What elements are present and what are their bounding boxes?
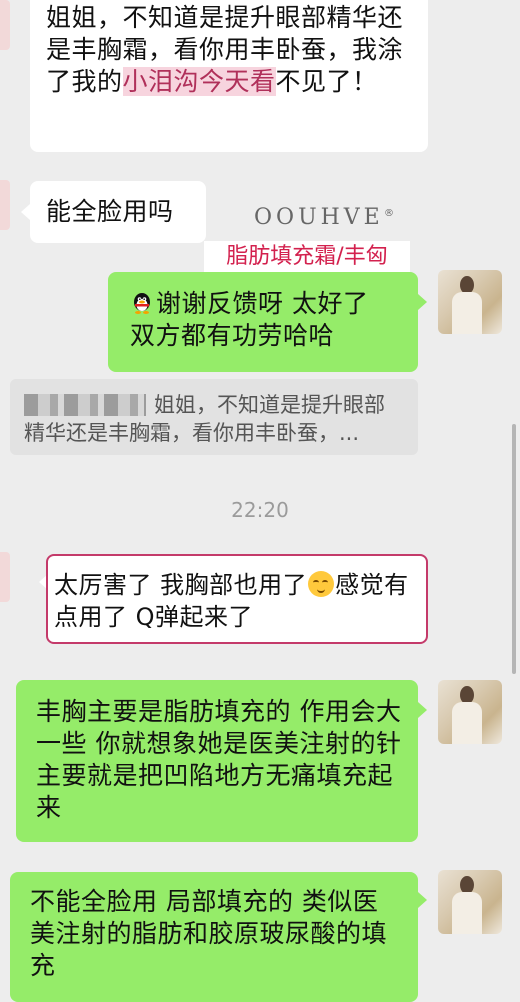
message-bubble[interactable]: 能全脸用吗: [30, 181, 206, 243]
scrollbar[interactable]: [512, 424, 516, 674]
avatar[interactable]: [438, 270, 502, 334]
message-text: 不见了！: [275, 67, 378, 96]
message-text: 不能全脸用 局部填充的 类似医美注射的脂肪和胶原玻尿酸的填充: [30, 887, 388, 980]
quoted-message[interactable]: 姐姐，不知道是提升眼部精华还是丰胸霜，看你用丰卧蚕，...: [10, 379, 418, 455]
message-bubble[interactable]: 姐姐，不知道是提升眼部精华还是丰胸霜，看你用丰卧蚕，我涂了我的小泪沟今天看不见了…: [30, 0, 428, 152]
message-highlight: 小泪沟今天看: [122, 67, 276, 96]
message-bubble[interactable]: 太厉害了 我胸部也用了 感觉有点用了 Q弹起来了: [46, 554, 428, 644]
bubble-tail: [418, 294, 427, 310]
message-text: 能全脸用吗: [46, 197, 174, 226]
brand-registered-mark: ®: [384, 208, 394, 219]
brand-tag: 脂肪填充霜/丰匈: [204, 241, 410, 273]
message-bubble[interactable]: 丰胸主要是脂肪填充的 作用会大一些 你就想象她是医美注射的针 主要就是把凹陷地方…: [16, 680, 418, 842]
message-bubble[interactable]: 不能全脸用 局部填充的 类似医美注射的脂肪和胶原玻尿酸的填充: [10, 872, 418, 1002]
message-text: 谢谢反馈呀 太好了 双方都有功劳哈哈: [130, 289, 369, 350]
message-text: 太厉害了 我胸部也用了: [54, 571, 308, 599]
message-text: 丰胸主要是脂肪填充的 作用会大一些 你就想象她是医美注射的针 主要就是把凹陷地方…: [36, 697, 402, 822]
timestamp: 22:20: [231, 498, 289, 522]
avatar[interactable]: [0, 0, 10, 50]
avatar[interactable]: [438, 870, 502, 934]
bubble-tail: [418, 702, 427, 718]
qq-penguin-icon: [134, 293, 150, 314]
bubble-tail: [21, 204, 30, 220]
avatar[interactable]: [438, 680, 502, 744]
message-bubble[interactable]: 谢谢反馈呀 太好了 双方都有功劳哈哈: [108, 272, 418, 372]
brand-watermark: OOUHVE: [254, 205, 384, 230]
avatar[interactable]: [0, 180, 10, 230]
bubble-tail: [418, 892, 427, 908]
avatar[interactable]: [0, 552, 10, 602]
blurred-sender-name: [24, 394, 146, 416]
shy-smile-emoji-icon: [308, 571, 335, 597]
